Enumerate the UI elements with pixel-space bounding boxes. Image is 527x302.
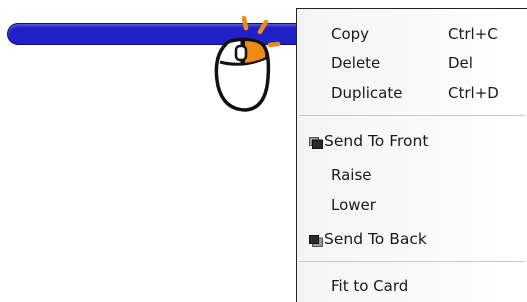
menu-item-raise[interactable]: Raise — [297, 162, 527, 188]
menu-item-shortcut: Ctrl+D — [448, 84, 499, 102]
send-to-back-icon — [309, 233, 323, 247]
menu-item-fit-to-card[interactable]: Fit to Card — [297, 273, 527, 299]
menu-item-send-to-back[interactable]: Send To Back — [297, 226, 527, 252]
menu-item-shortcut: Ctrl+C — [448, 25, 498, 43]
menu-item-label: Raise — [331, 166, 372, 184]
menu-item-label: Delete — [331, 54, 381, 72]
menu-item-label: Duplicate — [331, 84, 403, 102]
menu-separator — [299, 261, 525, 262]
mouse-right-click-icon — [200, 12, 296, 122]
menu-item-label: Send To Front — [324, 132, 429, 150]
menu-item-send-to-front[interactable]: Send To Front — [297, 128, 527, 154]
menu-item-duplicate[interactable]: Duplicate Ctrl+D — [297, 80, 527, 106]
menu-separator — [299, 115, 525, 116]
menu-item-copy[interactable]: Copy Ctrl+C — [297, 21, 527, 47]
menu-item-label: Fit to Card — [331, 277, 409, 295]
menu-item-label: Lower — [331, 196, 376, 214]
menu-item-lower[interactable]: Lower — [297, 192, 527, 218]
menu-item-delete[interactable]: Delete Del — [297, 50, 527, 76]
menu-item-shortcut: Del — [448, 54, 473, 72]
menu-item-label: Send To Back — [324, 230, 427, 248]
canvas-area: Copy Ctrl+C Delete Del Duplicate Ctrl+D … — [0, 0, 527, 302]
context-menu: Copy Ctrl+C Delete Del Duplicate Ctrl+D … — [296, 8, 527, 302]
menu-item-label: Copy — [331, 25, 370, 43]
send-to-front-icon — [309, 135, 323, 149]
